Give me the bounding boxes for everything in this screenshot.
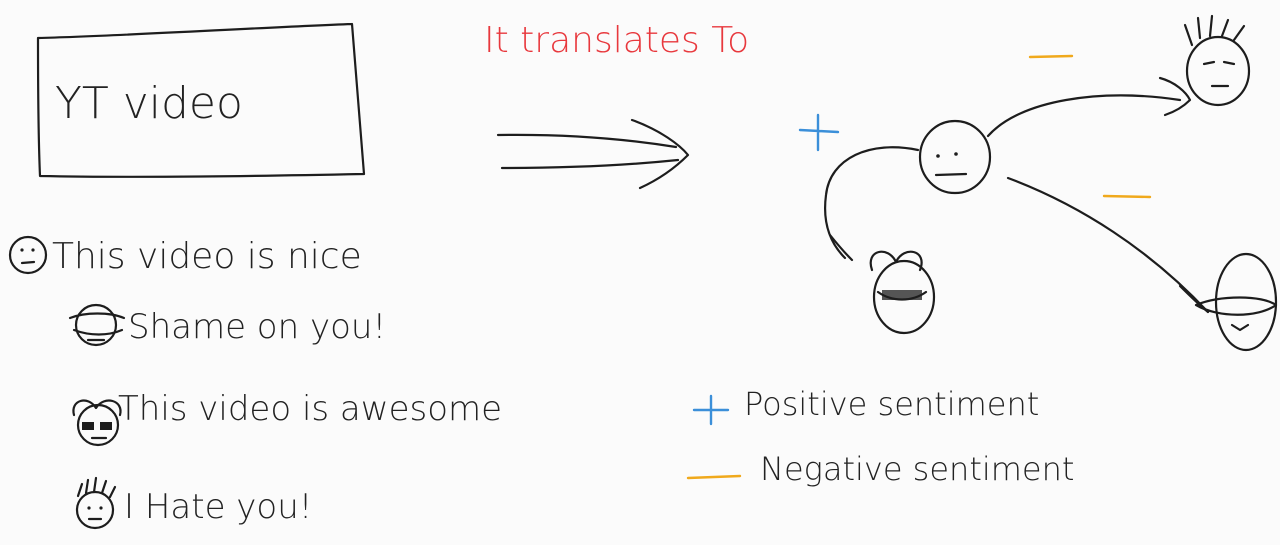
positive-sign-icon	[692, 394, 730, 426]
bottom-left-user-node	[869, 250, 936, 335]
legend-label: Positive sentiment	[744, 385, 1039, 423]
neutral-face-icon	[8, 235, 48, 275]
arrow-caption: It translates To	[484, 20, 749, 61]
graph-edge	[986, 76, 1192, 138]
translation-arrow	[496, 118, 690, 190]
bottom-right-user-node	[1194, 252, 1278, 352]
comment-list: This video is nice Shame on you! This vi…	[8, 235, 502, 530]
comment-text: This video is nice	[52, 236, 362, 277]
legend-item-negative: Negative sentiment	[686, 450, 1074, 488]
video-box: YT video	[36, 22, 366, 178]
sentiment-graph	[798, 14, 1278, 352]
whiteboard-drawing: YT video This video is nice Shame on you…	[8, 14, 1278, 530]
comment-text: Shame on you!	[128, 307, 386, 347]
sunglasses-face-icon	[72, 399, 122, 447]
top-right-user-node	[1183, 14, 1251, 107]
graph-edge	[1006, 176, 1210, 314]
legend-item-positive: Positive sentiment	[692, 385, 1039, 426]
center-user-node	[918, 119, 992, 195]
positive-sign-icon	[798, 113, 840, 152]
spiky-hair-face-icon	[75, 476, 117, 530]
graph-edge	[824, 146, 920, 262]
negative-sign-icon	[1028, 54, 1074, 59]
legend-label: Negative sentiment	[760, 450, 1074, 488]
whiteboard-canvas: YT video This video is nice Shame on you…	[0, 0, 1280, 545]
video-box-label: YT video	[55, 78, 243, 129]
negative-sign-icon	[1102, 194, 1152, 199]
comment-text: I Hate you!	[124, 487, 312, 527]
legend: Positive sentiment Negative sentiment	[686, 385, 1074, 488]
covered-face-icon	[68, 303, 126, 347]
comment-text: This video is awesome	[118, 389, 502, 429]
negative-sign-icon	[686, 474, 742, 480]
